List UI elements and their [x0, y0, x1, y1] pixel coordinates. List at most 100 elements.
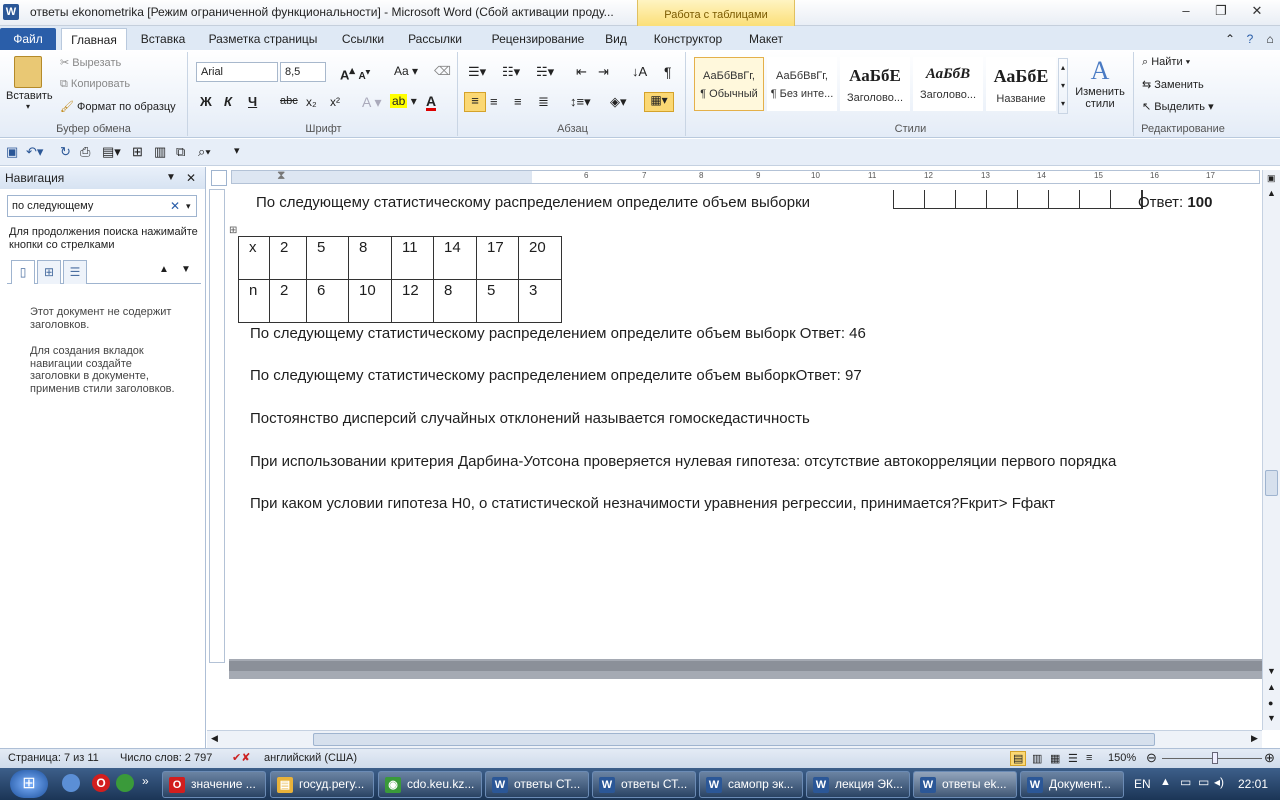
- tab-review[interactable]: Рецензирование: [479, 28, 597, 50]
- tab-file[interactable]: Файл: [0, 28, 56, 50]
- font-color-icon[interactable]: A: [426, 94, 437, 111]
- tab-references[interactable]: Ссылки: [333, 28, 393, 50]
- table-cell[interactable]: 17: [476, 236, 519, 280]
- restore-icon[interactable]: ❐: [1207, 2, 1235, 20]
- decrease-indent-icon[interactable]: ⇤: [576, 64, 587, 80]
- nav-close-icon[interactable]: ✕: [186, 167, 196, 189]
- scroll-up-icon[interactable]: ▲: [1267, 188, 1276, 198]
- taskbar-item[interactable]: ◉ cdo.keu.kz...: [378, 771, 482, 798]
- nav-dropdown-icon[interactable]: ▼: [166, 167, 176, 189]
- italic-button[interactable]: К: [224, 94, 232, 109]
- table-cell[interactable]: x: [238, 236, 270, 280]
- table-cell[interactable]: 8: [348, 236, 392, 280]
- style-heading1[interactable]: АаБбЕ Заголово...: [840, 57, 910, 111]
- help-icon[interactable]: ?: [1242, 28, 1258, 50]
- vertical-scrollbar[interactable]: ▣ ▲ ▼ ▲ ● ▼: [1262, 170, 1280, 730]
- taskbar-item[interactable]: Wответы СТ...: [592, 771, 696, 798]
- table-cell[interactable]: 2: [269, 279, 307, 323]
- taskbar-item[interactable]: Wсамопр эк...: [699, 771, 803, 798]
- align-right-icon[interactable]: ≡: [514, 94, 522, 109]
- pilcrow-button[interactable]: ¶: [664, 64, 672, 80]
- taskbar-item[interactable]: Wлекция ЭК...: [806, 771, 910, 798]
- table-cell[interactable]: 10: [348, 279, 392, 323]
- underline-button[interactable]: Ч: [248, 94, 257, 109]
- ie-icon[interactable]: [62, 774, 80, 792]
- clock[interactable]: 22:01: [1238, 777, 1268, 791]
- draft-icon[interactable]: ≡: [1086, 752, 1092, 764]
- vertical-ruler[interactable]: [209, 189, 225, 663]
- table-icon[interactable]: ▤▾: [102, 144, 121, 160]
- styles-scroll-icon[interactable]: ▴ ▾ ▾: [1058, 58, 1068, 114]
- save-icon[interactable]: ▣: [6, 144, 18, 160]
- sort-icon[interactable]: ↓A: [632, 64, 647, 79]
- taskbar-overflow-icon[interactable]: »: [142, 774, 149, 788]
- horizontal-scroll-thumb[interactable]: [313, 733, 1155, 746]
- document-icon[interactable]: ▥: [154, 144, 166, 160]
- replace-button[interactable]: ⇆ Заменить: [1142, 78, 1204, 91]
- spellcheck-icon[interactable]: ✔✘: [232, 751, 250, 764]
- superscript-button[interactable]: x²: [330, 95, 340, 109]
- tab-insert[interactable]: Вставка: [131, 28, 195, 50]
- bullets-icon[interactable]: ☰▾: [468, 64, 486, 80]
- tray-show-hidden-icon[interactable]: ▲: [1160, 776, 1171, 788]
- tray-network-icon[interactable]: ▭: [1180, 775, 1191, 789]
- tab-pages-icon[interactable]: ⊞: [37, 260, 61, 284]
- preview-icon[interactable]: ⌕▾: [198, 144, 211, 160]
- table-cell[interactable]: 5: [476, 279, 519, 323]
- full-screen-icon[interactable]: ▥: [1032, 752, 1042, 765]
- horizontal-scrollbar[interactable]: ◀ ▶: [207, 730, 1262, 748]
- word-app-icon[interactable]: W: [3, 4, 19, 20]
- tab-headings-icon[interactable]: ▯: [11, 260, 35, 284]
- minimize-icon[interactable]: –: [1172, 2, 1200, 20]
- table-cell[interactable]: 14: [433, 236, 477, 280]
- print-icon[interactable]: ⎙: [80, 144, 90, 160]
- table-cell[interactable]: 12: [391, 279, 434, 323]
- tab-results-icon[interactable]: ☰: [63, 260, 87, 284]
- table-cell[interactable]: n: [238, 279, 270, 323]
- start-button[interactable]: ⊞: [10, 770, 48, 798]
- tray-volume-icon[interactable]: ◂): [1214, 775, 1224, 789]
- font-size-select[interactable]: 8,5: [280, 62, 326, 82]
- clear-search-icon[interactable]: ✕: [170, 196, 180, 216]
- style-heading2[interactable]: АаБбВ Заголово...: [913, 57, 983, 111]
- layout-icon[interactable]: ⊞: [132, 144, 143, 160]
- clear-format-icon[interactable]: ⌫: [434, 64, 451, 78]
- find-button[interactable]: ⌕ Найти ▾: [1142, 56, 1190, 69]
- table-cell[interactable]: 20: [518, 236, 562, 280]
- pages-icon[interactable]: ⧉: [176, 144, 185, 160]
- redo-icon[interactable]: ↻: [60, 144, 71, 160]
- highlight-icon[interactable]: ab ▾: [390, 94, 417, 108]
- prev-page-icon[interactable]: ▲: [1267, 682, 1276, 692]
- paste-button[interactable]: Вставить ▾: [6, 54, 53, 111]
- ruler-tab-selector[interactable]: [211, 170, 227, 186]
- tab-layout[interactable]: Макет: [740, 28, 792, 50]
- customize-qat-icon[interactable]: ▾: [234, 144, 240, 157]
- language[interactable]: английский (США): [264, 752, 357, 764]
- copy-button[interactable]: ⧉ Копировать: [60, 78, 130, 91]
- tab-mailings[interactable]: Рассылки: [399, 28, 471, 50]
- nav-search-input[interactable]: по следующему ✕ ▾: [7, 195, 197, 217]
- close-icon[interactable]: ✕: [1243, 2, 1271, 20]
- format-painter-button[interactable]: 🖌 Формат по образцу: [60, 100, 176, 113]
- undo-icon[interactable]: ↶▾: [26, 144, 43, 160]
- line-spacing-icon[interactable]: ↕≡▾: [570, 94, 591, 110]
- opera-icon[interactable]: O: [92, 774, 110, 792]
- zoom-out-icon[interactable]: ⊖: [1146, 750, 1157, 766]
- table-move-handle-icon[interactable]: ⊞: [229, 225, 237, 236]
- scroll-left-icon[interactable]: ◀: [211, 733, 218, 744]
- borders-icon[interactable]: ▦▾: [644, 92, 674, 112]
- table-cell[interactable]: 5: [306, 236, 349, 280]
- style-no-spacing[interactable]: АаБбВвГг, ¶ Без инте...: [767, 57, 837, 111]
- align-center-icon[interactable]: ≡: [490, 94, 498, 109]
- tab-page-layout[interactable]: Разметка страницы: [201, 28, 325, 50]
- tab-home[interactable]: Главная: [61, 28, 127, 50]
- table-cell[interactable]: 3: [518, 279, 562, 323]
- text-effects-icon[interactable]: A ▾: [362, 94, 381, 111]
- table-cell[interactable]: 2: [269, 236, 307, 280]
- indent-marker-icon[interactable]: ⧗: [277, 168, 285, 183]
- web-layout-icon[interactable]: ▦: [1050, 752, 1060, 765]
- style-title[interactable]: АаБбЕ Название: [986, 57, 1056, 111]
- next-page-icon[interactable]: ▼: [1267, 713, 1276, 723]
- bold-button[interactable]: Ж: [200, 94, 212, 109]
- app-icon[interactable]: [116, 774, 134, 792]
